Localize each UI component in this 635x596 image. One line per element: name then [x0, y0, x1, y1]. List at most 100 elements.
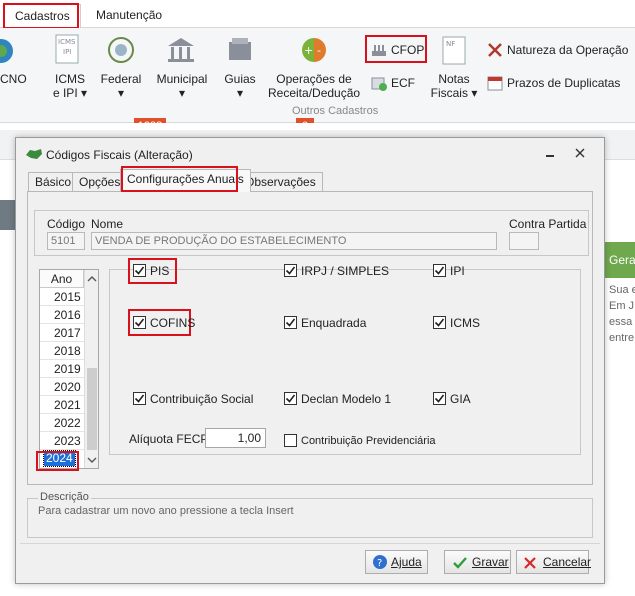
close-button[interactable] [572, 146, 588, 162]
highlight-configuracoes-anuais [121, 166, 238, 192]
operacoes-label-1: Operações de [276, 72, 352, 86]
ajuda-button[interactable]: ? Ajuda [365, 550, 428, 574]
year-row[interactable]: 2023 [40, 432, 84, 450]
municipal-dropdown-icon: ▾ [178, 86, 186, 100]
gravar-button[interactable]: Gravar [444, 550, 511, 574]
federal-button[interactable]: Federal ▾ [100, 72, 142, 100]
cno-icon [0, 36, 16, 66]
descricao-legend: Descrição [38, 491, 91, 503]
notas-fiscais-button[interactable]: Notas Fiscais ▾ [430, 72, 478, 100]
tab-basico-label: Básico [35, 175, 72, 189]
unchecked-box-icon [284, 434, 297, 447]
natureza-operacao-label: Natureza da Operação [507, 43, 629, 57]
group-label-outros-cadastros: Outros Cadastros [292, 105, 379, 117]
cancel-x-icon [523, 555, 537, 569]
cno-button[interactable]: CNO [0, 72, 27, 86]
aliquota-fecp-input[interactable]: 1,00 [205, 428, 266, 448]
declan-modelo-1-label: Declan Modelo 1 [301, 392, 392, 406]
descricao-text: Para cadastrar um novo ano pressione a t… [38, 505, 294, 517]
ecf-icon [371, 75, 387, 91]
pis-label: PIS [150, 264, 170, 278]
scroll-up-icon[interactable] [87, 273, 97, 283]
scroll-down-icon[interactable] [87, 454, 97, 464]
dialog-title-bar: Códigos Fiscais (Alteração) [16, 138, 604, 170]
year-list-scrollbar[interactable] [84, 270, 98, 468]
year-row[interactable]: 2017 [40, 324, 84, 342]
ecf-label: ECF [391, 76, 415, 90]
guias-button[interactable]: Guias ▾ [222, 72, 258, 100]
svg-text:NF: NF [446, 40, 455, 48]
year-list[interactable]: Ano 2015 2016 2017 2018 2019 2020 2021 2… [39, 269, 99, 469]
codigo-field[interactable]: 5101 [47, 232, 85, 250]
cancelar-button[interactable]: Cancelar [516, 550, 592, 574]
year-list-header[interactable]: Ano [40, 270, 84, 288]
ecf-button[interactable]: ECF [371, 74, 427, 92]
ajuda-label: Ajuda [391, 555, 422, 569]
icms-ipi-label-1: ICMS [55, 72, 85, 86]
check-icon [133, 392, 146, 405]
icms-ipi-dropdown-icon: ▾ [81, 86, 88, 100]
options-group [109, 269, 581, 455]
notas-fiscais-label-2: Fiscais [430, 86, 468, 100]
scroll-thumb[interactable] [87, 368, 97, 450]
codigos-fiscais-dialog: Códigos Fiscais (Alteração) Básico Opçõe… [15, 137, 605, 584]
gia-label: GIA [450, 392, 471, 406]
year-row[interactable]: 2021 [40, 396, 84, 414]
federal-icon [106, 34, 136, 66]
check-icon [284, 264, 297, 277]
codigo-label: Código [47, 217, 86, 231]
ribbon-body: CNO ICMS IPI ICMS e IPI ▾ Federal ▾ Munic… [0, 28, 635, 123]
notas-fiscais-icon: NF [440, 36, 468, 66]
tab-basico[interactable]: Básico [28, 172, 79, 192]
guias-label: Guias [224, 72, 256, 86]
tab-manutencao[interactable]: Manutenção [86, 4, 172, 28]
cofins-label: COFINS [150, 316, 196, 330]
background-panel-line: Em J [609, 300, 635, 312]
contra-partida-label: Contra Partida [509, 217, 587, 231]
year-row[interactable]: 2022 [40, 414, 84, 432]
municipal-label: Municipal [156, 72, 208, 86]
guias-icon [226, 36, 254, 64]
nome-field[interactable]: VENDA DE PRODUÇÃO DO ESTABELECIMENTO [91, 232, 497, 250]
svg-text:?: ? [377, 558, 382, 569]
year-row[interactable]: 2016 [40, 306, 84, 324]
natureza-operacao-icon [487, 42, 503, 58]
cno-label: CNO [0, 72, 27, 86]
background-panel-line: Sua e [609, 284, 635, 296]
prazos-duplicatas-label: Prazos de Duplicatas [507, 76, 621, 90]
cfop-icon [371, 43, 387, 57]
background-panel-line: entre [609, 332, 635, 344]
year-row[interactable]: 2018 [40, 342, 84, 360]
highlight-cadastros [3, 3, 79, 29]
check-icon [433, 316, 446, 329]
check-icon [433, 264, 446, 277]
dialog-app-icon [25, 147, 43, 161]
contra-partida-field[interactable] [509, 232, 539, 250]
icms-label: ICMS [450, 316, 480, 330]
year-row[interactable]: 2015 [40, 288, 84, 306]
icms-ipi-button[interactable]: ICMS e IPI ▾ [52, 72, 88, 100]
operacoes-button[interactable]: Operações de Receita/Dedução [268, 72, 360, 100]
municipal-button[interactable]: Municipal ▾ [154, 72, 210, 100]
check-icon [284, 392, 297, 405]
contribuicao-social-label: Contribuição Social [150, 392, 254, 406]
natureza-operacao-button[interactable]: Natureza da Operação [487, 41, 632, 59]
svg-text:IPI: IPI [63, 48, 71, 56]
calendar-icon [487, 75, 503, 91]
minimize-icon [546, 155, 554, 157]
svg-text:ICMS: ICMS [58, 38, 76, 46]
gravar-label: Gravar [472, 555, 509, 569]
year-row[interactable]: 2019 [40, 360, 84, 378]
prazos-duplicatas-button[interactable]: Prazos de Duplicatas [487, 74, 632, 92]
municipal-icon [166, 36, 196, 64]
notas-fiscais-label-1: Notas [438, 72, 470, 86]
background-panel-text: Sua e Em J essa entre [605, 282, 635, 346]
cancelar-label: Cancelar [543, 555, 592, 569]
year-row[interactable]: 2020 [40, 378, 84, 396]
minimize-button[interactable] [542, 146, 558, 162]
operacoes-icon: + - [300, 36, 328, 64]
tab-opcoes-label: Opções [79, 175, 121, 189]
cfop-button[interactable]: CFOP [371, 41, 427, 59]
svg-text:-: - [317, 44, 321, 57]
check-icon [284, 316, 297, 329]
